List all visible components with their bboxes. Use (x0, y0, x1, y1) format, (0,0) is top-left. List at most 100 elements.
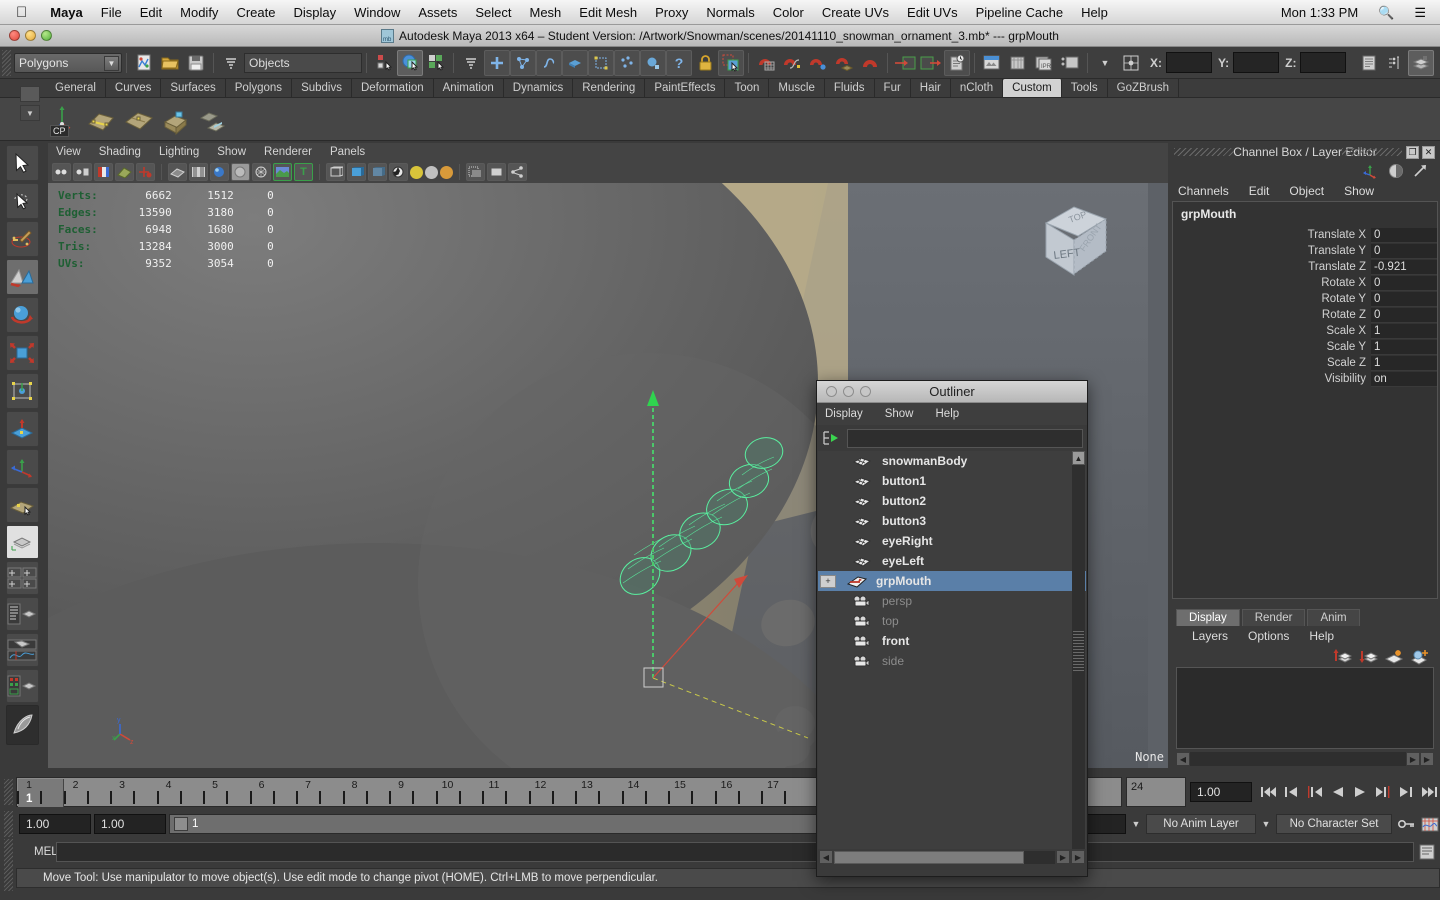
view-layout-four[interactable] (5, 561, 39, 595)
scroll-track[interactable] (1190, 752, 1406, 766)
play-backwards-button[interactable] (1327, 782, 1348, 802)
outliner-item-front[interactable]: front (818, 631, 1086, 651)
last-tool-used[interactable] (5, 487, 39, 523)
os-menu-item-edit-uvs[interactable]: Edit UVs (898, 5, 967, 20)
shelf-tab-toon[interactable]: Toon (725, 79, 770, 97)
outliner-item-button1[interactable]: button1 (818, 471, 1086, 491)
os-menu-item-select[interactable]: Select (466, 5, 520, 20)
outliner-item-side[interactable]: side (818, 651, 1086, 671)
time-range-end-field[interactable]: 24 (1126, 777, 1186, 807)
select-by-object-button[interactable] (397, 49, 423, 76)
layer-menu-options[interactable]: Options (1248, 629, 1289, 643)
viewport-menu-shading[interactable]: Shading (99, 146, 141, 158)
outliner-item-button3[interactable]: button3 (818, 511, 1086, 531)
outliner-menu-display[interactable]: Display (825, 408, 863, 420)
view-layout-single[interactable] (5, 525, 39, 559)
camera-attributes-icon[interactable] (73, 163, 92, 181)
channel-value[interactable]: 0 (1371, 291, 1437, 307)
layer-tab-display[interactable]: Display (1176, 609, 1240, 626)
scroll-right-icon-2[interactable]: ▶ (1420, 752, 1434, 766)
view-layout-hypershade-persp[interactable] (5, 669, 39, 703)
select-tool[interactable] (5, 145, 39, 181)
texture-display-icon[interactable] (273, 163, 292, 181)
select-tool-highlight-button[interactable] (718, 49, 744, 76)
snap-to-curve-icon[interactable] (779, 50, 805, 76)
transform-x-input[interactable] (1166, 52, 1212, 73)
layer-list[interactable] (1176, 667, 1434, 749)
channel-box-menu-object[interactable]: Object (1289, 184, 1324, 198)
shadows-icon[interactable] (466, 163, 485, 181)
image-plane-icon[interactable] (115, 163, 134, 181)
save-scene-button[interactable] (183, 50, 209, 76)
shelf-button-extrude[interactable] (159, 102, 193, 136)
channel-box-menu-show[interactable]: Show (1344, 184, 1374, 198)
shelf-tab-curves[interactable]: Curves (106, 79, 162, 97)
outliner-item-grpmouth[interactable]: + grpMouth (818, 571, 1086, 591)
panel-gripper-right[interactable] (1342, 148, 1402, 156)
os-menu-item-create-uvs[interactable]: Create UVs (813, 5, 898, 20)
shelf-tab-animation[interactable]: Animation (434, 79, 504, 97)
layer-menu-help[interactable]: Help (1309, 629, 1334, 643)
os-menu-item-assets[interactable]: Assets (409, 5, 466, 20)
view-layout-graph-editor[interactable] (5, 633, 39, 667)
chevron-down-icon[interactable]: ▼ (104, 55, 119, 71)
select-mask-menu-icon[interactable] (218, 50, 244, 76)
mask-surfaces-button[interactable] (562, 49, 588, 76)
anim-start-time-field[interactable]: 1.00 (19, 814, 91, 834)
shelf-tab-dynamics[interactable]: Dynamics (504, 79, 574, 97)
shelf-tab-ncloth[interactable]: nCloth (951, 79, 1004, 97)
shelf-button-center-pivot[interactable]: CP (48, 102, 82, 137)
create-layer-from-selection-icon[interactable] (1410, 647, 1430, 665)
panel-close-button[interactable]: ✕ (1422, 145, 1435, 159)
step-back-button[interactable] (1281, 782, 1302, 802)
shelf-tab-custom[interactable]: Custom (1003, 79, 1062, 97)
twod-pan-zoom-icon[interactable] (136, 163, 155, 181)
move-layer-up-icon[interactable] (1332, 647, 1352, 665)
select-camera-icon[interactable] (52, 163, 71, 181)
list-icon[interactable]: ☰ (1404, 5, 1440, 21)
os-menu-item-display[interactable]: Display (284, 5, 345, 20)
scroll-thumb[interactable] (834, 850, 1025, 864)
channel-value[interactable]: 0 (1371, 243, 1437, 259)
animation-preferences-icon[interactable] (1419, 814, 1440, 834)
viewport-menu-view[interactable]: View (56, 146, 81, 158)
outliner-vertical-scrollbar[interactable]: ▲ (1072, 451, 1085, 849)
scroll-track[interactable] (834, 850, 1055, 864)
input-connections-icon[interactable] (892, 50, 918, 76)
channel-value[interactable]: 1 (1371, 339, 1437, 355)
shelf-button-bevel[interactable] (196, 102, 230, 136)
wireframe-on-shaded-icon[interactable] (252, 163, 271, 181)
scroll-left-icon[interactable]: ◀ (819, 850, 833, 864)
command-line-input[interactable] (56, 842, 1414, 862)
os-menu-item-normals[interactable]: Normals (697, 5, 763, 20)
xray-joints-icon[interactable] (368, 163, 387, 181)
outliner-item-snowmanbody[interactable]: snowmanBody (818, 451, 1086, 471)
soft-modification-tool[interactable] (5, 411, 39, 447)
command-line-gripper[interactable] (4, 839, 13, 865)
scene-lights-icon[interactable] (440, 165, 453, 179)
channel-value[interactable]: 0 (1371, 307, 1437, 323)
os-menu-item-help[interactable]: Help (1072, 5, 1117, 20)
shelf-tab-deformation[interactable]: Deformation (352, 79, 434, 97)
snap-to-grid-icon[interactable] (753, 50, 779, 76)
status-line-gripper[interactable] (2, 49, 11, 76)
hardware-texturing-icon[interactable] (389, 163, 408, 181)
rotate-tool[interactable] (5, 297, 39, 333)
layer-tab-render[interactable]: Render (1241, 609, 1306, 626)
layer-tab-anim[interactable]: Anim (1307, 609, 1360, 626)
chevron-down-icon[interactable]: ▼ (1129, 819, 1143, 829)
viewport-share-icon[interactable] (508, 163, 527, 181)
play-forwards-button[interactable] (1350, 782, 1371, 802)
shelf-tab-subdivs[interactable]: Subdivs (292, 79, 352, 97)
channel-box-menu-channels[interactable]: Channels (1178, 184, 1229, 198)
universal-manipulator-tool[interactable] (5, 373, 39, 409)
expand-toggle-icon[interactable]: + (820, 574, 836, 588)
shelf-tab-hair[interactable]: Hair (911, 79, 951, 97)
os-menu-item-modify[interactable]: Modify (171, 5, 227, 20)
grid-toggle-icon[interactable] (168, 163, 187, 181)
occlusion-icon[interactable] (487, 163, 506, 181)
xray-shading-icon[interactable] (326, 163, 345, 181)
scroll-right-icon[interactable]: ▶ (1056, 850, 1070, 864)
outliner-list[interactable]: snowmanBody button1 button2 button3 eyeR… (818, 451, 1086, 849)
script-editor-icon[interactable] (1414, 842, 1440, 862)
